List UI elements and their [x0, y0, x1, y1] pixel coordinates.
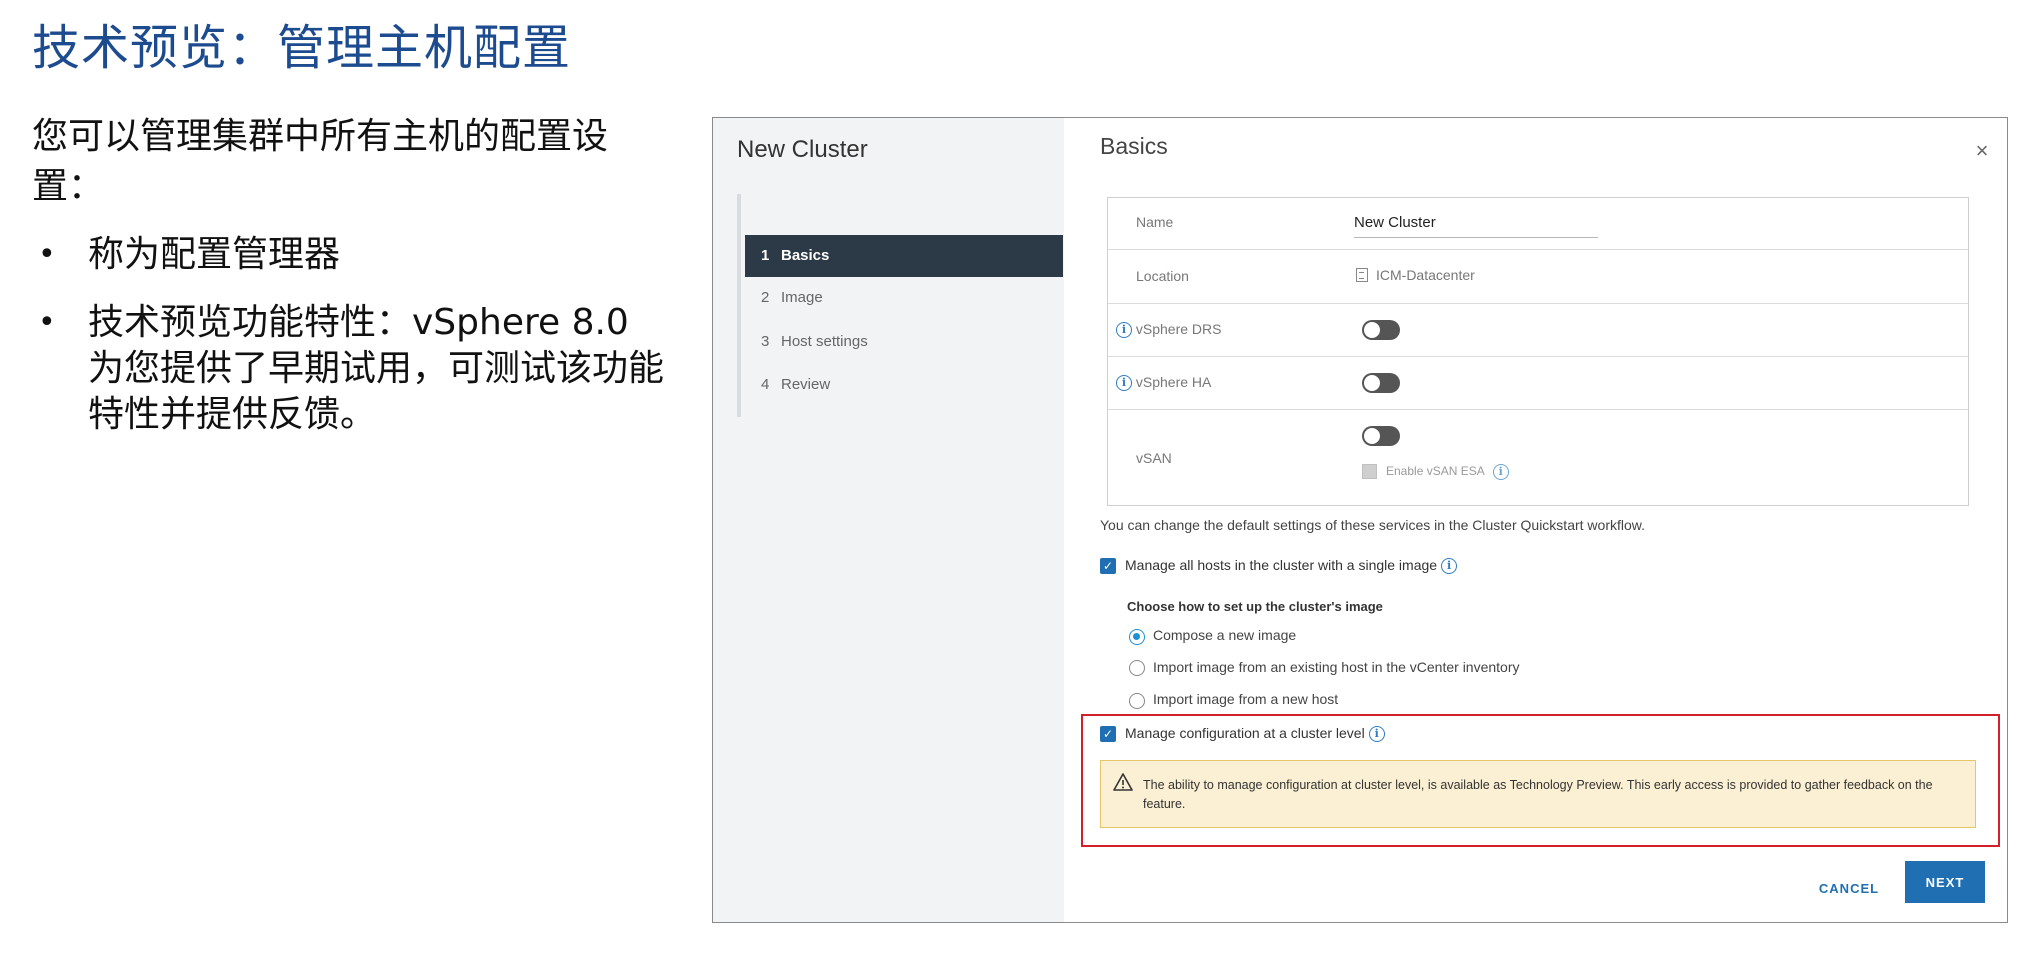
info-icon[interactable]: i: [1492, 464, 1509, 480]
ha-row: i vSphere HA: [1108, 357, 1968, 410]
drs-label: i vSphere DRS: [1116, 321, 1222, 339]
warning-icon: [1113, 773, 1133, 791]
vsan-toggle[interactable]: [1362, 426, 1400, 446]
step-label: Review: [781, 376, 831, 393]
image-setup-heading: Choose how to set up the cluster's image: [1127, 599, 1383, 614]
cluster-name-input[interactable]: [1354, 208, 1598, 238]
single-image-text: Manage all hosts in the cluster with a s…: [1125, 557, 1438, 573]
step-image[interactable]: 2 Image: [745, 277, 1063, 319]
slide-bullet-text: 技术预览功能特性：vSphere 8.0 为您提供了早期试用，可测试该功能特性并…: [88, 302, 665, 435]
step-number: 4: [761, 376, 770, 393]
cluster-config-checkbox[interactable]: ✓: [1100, 726, 1116, 742]
single-image-checkbox[interactable]: ✓: [1100, 558, 1116, 574]
single-image-label: Manage all hosts in the cluster with a s…: [1125, 557, 1458, 575]
step-rail: [737, 194, 741, 417]
ha-toggle[interactable]: [1362, 373, 1400, 393]
radio-label: Import image from an existing host in th…: [1153, 659, 1520, 675]
cluster-config-label: Manage configuration at a cluster level i: [1125, 725, 1385, 743]
step-host-settings[interactable]: 3 Host settings: [745, 321, 1063, 363]
slide-bullet-list: • 称为配置管理器 • 技术预览功能特性：vSphere 8.0 为您提供了早期试用…: [32, 232, 672, 460]
step-label: Image: [781, 289, 823, 306]
name-row: Name: [1108, 198, 1968, 250]
tech-preview-warning: The ability to manage configuration at c…: [1100, 760, 1976, 828]
vsan-esa-checkbox[interactable]: [1362, 464, 1377, 479]
step-number: 1: [761, 247, 770, 264]
cancel-button[interactable]: CANCEL: [1804, 873, 1894, 903]
wizard-sidebar: New Cluster 1 Basics 2 Image 3 Host setting…: [713, 118, 1064, 922]
vsan-esa-label: Enable vSAN ESA i: [1386, 464, 1509, 480]
step-number: 3: [761, 333, 770, 350]
vsan-esa-text: Enable vSAN ESA: [1386, 464, 1485, 479]
warning-text: The ability to manage configuration at c…: [1143, 778, 1933, 811]
step-label: Basics: [781, 247, 830, 264]
section-heading: Basics: [1100, 133, 1168, 159]
location-value: ICM-Datacenter: [1356, 267, 1475, 283]
radio-compose-image[interactable]: [1129, 629, 1145, 645]
ha-label: i vSphere HA: [1116, 374, 1212, 392]
bullet-dot: •: [38, 305, 56, 340]
step-label: Host settings: [781, 333, 868, 350]
close-icon[interactable]: ×: [1971, 138, 1993, 164]
slide-bullet: • 技术预览功能特性：vSphere 8.0 为您提供了早期试用，可测试该功能特性…: [32, 300, 672, 438]
location-text: ICM-Datacenter: [1376, 267, 1475, 283]
vsan-label: vSAN: [1136, 450, 1172, 466]
ha-label-text: vSphere HA: [1135, 374, 1212, 390]
drs-label-text: vSphere DRS: [1135, 321, 1222, 337]
drs-toggle[interactable]: [1362, 320, 1400, 340]
slide-bullet: • 称为配置管理器: [32, 232, 672, 278]
drs-row: i vSphere DRS: [1108, 304, 1968, 357]
step-review[interactable]: 4 Review: [745, 364, 1063, 406]
radio-import-existing-host[interactable]: [1129, 660, 1145, 676]
location-label: Location: [1136, 268, 1189, 284]
radio-import-new-host[interactable]: [1129, 693, 1145, 709]
slide-title: 技术预览：管理主机配置: [32, 20, 572, 76]
dialog-title: New Cluster: [737, 136, 868, 163]
datacenter-icon: [1356, 268, 1368, 282]
step-basics[interactable]: 1 Basics: [745, 235, 1063, 277]
quickstart-note: You can change the default settings of t…: [1100, 517, 1645, 533]
next-button[interactable]: NEXT: [1905, 861, 1985, 903]
new-cluster-dialog: New Cluster 1 Basics 2 Image 3 Host setting…: [712, 117, 2008, 923]
slide-bullet-text: 称为配置管理器: [88, 234, 341, 275]
cluster-config-text: Manage configuration at a cluster level: [1125, 725, 1365, 741]
radio-label: Import image from a new host: [1153, 691, 1339, 707]
bullet-dot: •: [38, 237, 56, 272]
info-icon[interactable]: i: [1116, 375, 1132, 392]
basics-form: Name Location ICM-Datacenter i vSphere D…: [1107, 197, 1969, 506]
radio-label: Compose a new image: [1153, 627, 1297, 643]
info-icon[interactable]: i: [1441, 558, 1458, 575]
name-label: Name: [1136, 214, 1174, 230]
step-number: 2: [761, 289, 770, 306]
vsan-row: vSAN Enable vSAN ESA i: [1108, 410, 1968, 507]
location-row: Location ICM-Datacenter: [1108, 250, 1968, 304]
slide-intro: 您可以管理集群中所有主机的配置设置：: [32, 116, 609, 207]
info-icon[interactable]: i: [1368, 726, 1385, 743]
info-icon[interactable]: i: [1116, 322, 1132, 339]
